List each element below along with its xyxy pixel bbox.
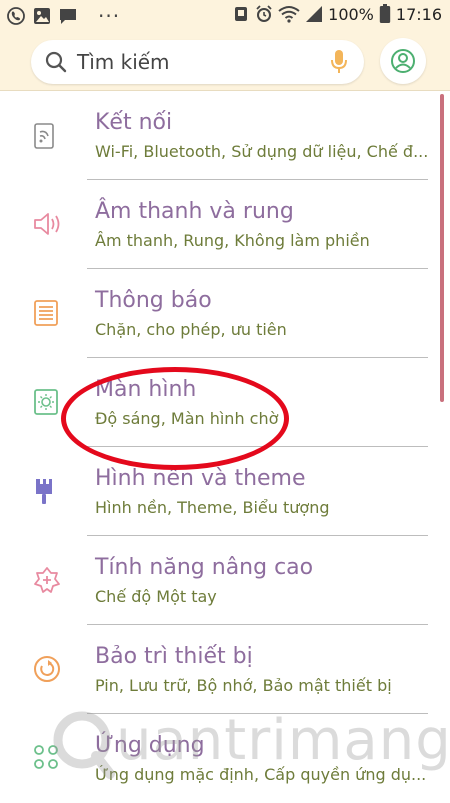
settings-item-sound[interactable]: Âm thanh và rung Âm thanh, Rung, Không l…: [0, 180, 430, 269]
advanced-features-icon: [34, 567, 60, 593]
settings-item-advanced-features[interactable]: Tính năng nâng cao Chế độ Một tay: [0, 536, 430, 625]
search-placeholder: Tìm kiếm: [77, 50, 170, 74]
settings-item-subtitle: Chế độ Một tay: [95, 587, 217, 606]
account-icon: [391, 49, 415, 73]
account-button[interactable]: [380, 38, 426, 84]
display-icon: [34, 389, 58, 415]
sound-icon: [34, 213, 60, 235]
wallpaper-brush-icon: [36, 479, 52, 504]
settings-item-title: Âm thanh và rung: [95, 199, 294, 224]
message-icon: [60, 9, 76, 24]
settings-item-subtitle: Pin, Lưu trữ, Bộ nhớ, Bảo mật thiết bị: [95, 676, 392, 695]
status-bar: ··· 100% 17:16: [0, 0, 450, 32]
device-maintenance-icon: [34, 656, 60, 682]
more-notifications-dots: ···: [98, 4, 121, 28]
settings-item-subtitle: Hình nền, Theme, Biểu tượng: [95, 498, 330, 517]
highlight-annotation-circle: [61, 367, 289, 470]
settings-item-connections[interactable]: Kết nối Wi-Fi, Bluetooth, Sử dụng dữ liệ…: [0, 91, 430, 180]
screenshot-icon: [235, 7, 248, 21]
clock: 17:16: [395, 4, 442, 24]
search-bar[interactable]: Tìm kiếm: [31, 40, 364, 84]
battery-icon: [379, 4, 391, 23]
battery-percent: 100%: [328, 4, 374, 24]
settings-item-title: Tính năng nâng cao: [95, 555, 314, 580]
settings-item-subtitle: Wi-Fi, Bluetooth, Sử dụng dữ liệu, Chế đ…: [95, 142, 427, 161]
viber-icon: [7, 7, 25, 25]
search-icon: [45, 51, 67, 73]
gallery-icon: [34, 8, 50, 24]
settings-item-notifications[interactable]: Thông báo Chặn, cho phép, ưu tiên: [0, 269, 430, 358]
settings-item-title: Kết nối: [95, 110, 173, 135]
scrollbar[interactable]: [440, 94, 444, 402]
settings-header: Tìm kiếm: [0, 32, 450, 91]
watermark: uantrimang: [48, 700, 450, 786]
wifi-icon: [278, 6, 300, 23]
signal-icon: [306, 6, 323, 22]
status-bar-system: 100% 17:16: [232, 4, 442, 24]
settings-item-title: Bảo trì thiết bị: [95, 644, 253, 669]
settings-item-title: Hình nền và theme: [95, 466, 306, 491]
watermark-logo-icon: [53, 711, 115, 779]
microphone-icon[interactable]: [330, 49, 348, 75]
settings-item-subtitle: Âm thanh, Rung, Không làm phiền: [95, 231, 370, 250]
settings-item-title: Thông báo: [95, 288, 212, 313]
alarm-icon: [256, 5, 272, 22]
settings-item-subtitle: Chặn, cho phép, ưu tiên: [95, 320, 287, 339]
connections-icon: [34, 123, 54, 149]
status-bar-notifications: ···: [6, 4, 120, 28]
notification-icon: [34, 300, 58, 326]
watermark-text: uantrimang: [116, 708, 450, 773]
